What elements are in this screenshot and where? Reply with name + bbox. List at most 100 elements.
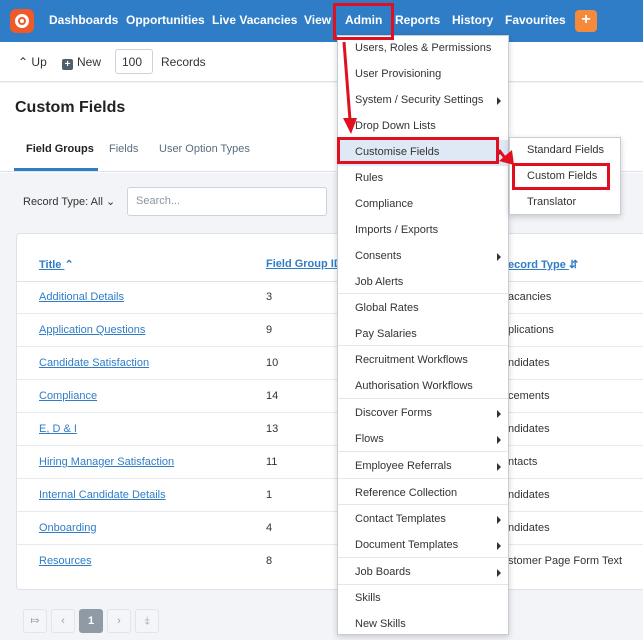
prev-page-icon[interactable]: ‹ xyxy=(51,609,75,633)
nav-dashboards[interactable]: Dashboards xyxy=(49,13,118,27)
menu-item-rules[interactable]: Rules xyxy=(338,166,508,192)
menu-item-label: Discover Forms xyxy=(355,407,433,419)
record-type-header-label: ecord Type xyxy=(508,259,566,271)
new-button[interactable]: + New xyxy=(62,55,101,70)
submenu-arrow-icon xyxy=(497,516,501,524)
nav-history[interactable]: History xyxy=(452,13,493,27)
row-record-type: ndidates xyxy=(508,522,550,534)
row-record-type: cements xyxy=(508,390,550,402)
row-title-link[interactable]: Hiring Manager Satisfaction xyxy=(39,456,174,468)
row-id: 13 xyxy=(266,423,279,435)
submenu-item-standard-fields[interactable]: Standard Fields xyxy=(510,138,621,163)
chevron-up-icon: ⌃ xyxy=(18,55,29,69)
admin-dropdown-menu: Users, Roles & Permissions User Provisio… xyxy=(337,35,509,635)
up-button[interactable]: ⌃ Up xyxy=(18,55,47,69)
first-page-icon[interactable]: ⤇ xyxy=(23,609,47,633)
row-record-type: ndidates xyxy=(508,489,550,501)
row-id: 4 xyxy=(266,522,273,534)
row-title-link[interactable]: Internal Candidate Details xyxy=(39,489,166,501)
table-row: Application Questions 9 plications xyxy=(17,314,643,347)
menu-item-document-templates[interactable]: Document Templates xyxy=(338,533,508,559)
table-row: Resources 8 stomer Page Form Text xyxy=(17,545,643,578)
chevron-down-icon: ⌄ xyxy=(105,196,116,208)
table-row: Hiring Manager Satisfaction 11 ntacts xyxy=(17,446,643,479)
new-label: New xyxy=(77,55,102,69)
title-header-label: Title xyxy=(39,259,62,271)
menu-item-contact-templates[interactable]: Contact Templates xyxy=(338,507,508,533)
annotation-box-custom-fields xyxy=(512,163,610,190)
menu-item-employee-referrals[interactable]: Employee Referrals xyxy=(338,454,508,480)
records-per-page-input[interactable]: 100 xyxy=(115,49,153,74)
menu-item-authorisation-workflows[interactable]: Authorisation Workflows xyxy=(338,374,508,400)
record-type-filter[interactable]: Record Type: All ⌄ xyxy=(23,195,115,208)
menu-item-label: Global Rates xyxy=(355,302,419,314)
annotation-box-admin xyxy=(333,3,394,40)
menu-item-label: Pay Salaries xyxy=(355,328,417,340)
row-title-link[interactable]: E, D & I xyxy=(39,423,77,435)
column-header-record-type[interactable]: ecord Type ⇵ xyxy=(508,258,578,271)
tab-user-option-types[interactable]: User Option Types xyxy=(159,143,250,155)
tab-field-groups[interactable]: Field Groups xyxy=(26,143,94,155)
menu-divider xyxy=(338,345,508,346)
add-button[interactable]: + xyxy=(575,10,597,32)
table-row: Onboarding 4 ndidates xyxy=(17,512,643,545)
menu-item-job-boards[interactable]: Job Boards xyxy=(338,560,508,586)
menu-item-label: Drop Down Lists xyxy=(355,120,436,132)
menu-item-compliance[interactable]: Compliance xyxy=(338,192,508,218)
row-id: 11 xyxy=(266,456,278,468)
nav-favourites[interactable]: Favourites xyxy=(505,13,566,27)
submenu-item-translator[interactable]: Translator xyxy=(510,190,621,215)
table-row: Additional Details 3 acancies xyxy=(17,281,643,314)
submenu-arrow-icon xyxy=(497,569,501,577)
menu-item-imports-exports[interactable]: Imports / Exports xyxy=(338,218,508,244)
menu-divider xyxy=(338,584,508,585)
current-page-button[interactable]: 1 xyxy=(79,609,103,633)
menu-item-label: Consents xyxy=(355,250,402,262)
nav-opportunities[interactable]: Opportunities xyxy=(126,13,205,27)
search-input[interactable]: Search... xyxy=(127,187,327,216)
menu-item-label: Users, Roles & Permissions xyxy=(355,42,492,54)
submenu-arrow-icon xyxy=(497,542,501,550)
menu-item-label: Imports / Exports xyxy=(355,224,439,236)
nav-live-vacancies[interactable]: Live Vacancies xyxy=(212,13,297,27)
row-title-link[interactable]: Additional Details xyxy=(39,291,124,303)
nav-reports[interactable]: Reports xyxy=(395,13,440,27)
menu-item-system-security-settings[interactable]: System / Security Settings xyxy=(338,88,508,114)
row-id: 14 xyxy=(266,390,279,402)
column-header-title[interactable]: Title ⌃ xyxy=(39,258,74,271)
menu-item-global-rates[interactable]: Global Rates xyxy=(338,296,508,322)
row-title-link[interactable]: Resources xyxy=(39,555,92,567)
row-title-link[interactable]: Candidate Satisfaction xyxy=(39,357,149,369)
menu-divider xyxy=(338,557,508,558)
column-header-field-group-id[interactable]: Field Group ID xyxy=(266,258,342,270)
app-logo-icon[interactable] xyxy=(10,9,34,33)
last-page-icon[interactable]: ⤈ xyxy=(135,609,159,633)
row-title-link[interactable]: Onboarding xyxy=(39,522,97,534)
nav-view[interactable]: View xyxy=(304,13,331,27)
row-id: 10 xyxy=(266,357,279,369)
row-record-type: ntacts xyxy=(508,456,538,468)
next-page-icon[interactable]: › xyxy=(107,609,131,633)
table-row: Internal Candidate Details 1 ndidates xyxy=(17,479,643,512)
menu-item-discover-forms[interactable]: Discover Forms xyxy=(338,401,508,427)
submenu-arrow-icon xyxy=(497,436,501,444)
table-row: Compliance 14 cements xyxy=(17,380,643,413)
row-record-type: ndidates xyxy=(508,357,550,369)
row-title-link[interactable]: Application Questions xyxy=(39,324,145,336)
menu-item-recruitment-workflows[interactable]: Recruitment Workflows xyxy=(338,348,508,374)
sort-asc-icon: ⌃ xyxy=(64,259,74,271)
menu-item-user-provisioning[interactable]: User Provisioning xyxy=(338,62,508,88)
menu-item-new-skills[interactable]: New Skills xyxy=(338,612,508,638)
menu-item-skills[interactable]: Skills xyxy=(338,586,508,612)
menu-item-flows[interactable]: Flows xyxy=(338,427,508,453)
row-title-link[interactable]: Compliance xyxy=(39,390,97,402)
menu-item-label: New Skills xyxy=(355,618,406,630)
submenu-arrow-icon xyxy=(497,463,501,471)
sort-icon: ⇵ xyxy=(568,259,579,271)
menu-item-label: Contact Templates xyxy=(355,513,446,525)
menu-item-consents[interactable]: Consents xyxy=(338,244,508,270)
menu-item-label: Document Templates xyxy=(355,539,459,551)
tab-fields[interactable]: Fields xyxy=(109,143,138,155)
row-id: 8 xyxy=(266,555,273,567)
menu-item-label: Skills xyxy=(355,592,381,604)
